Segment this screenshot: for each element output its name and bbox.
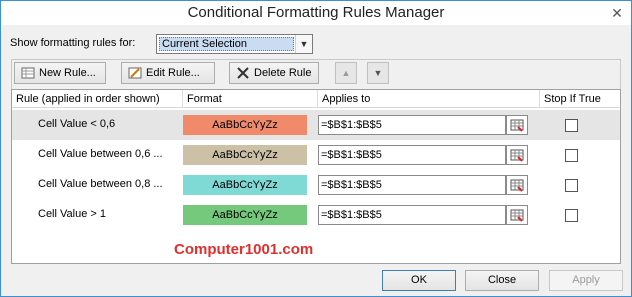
arrow-down-icon: ▼ xyxy=(373,68,383,78)
close-icon[interactable]: ✕ xyxy=(609,5,625,21)
format-preview: AaBbCcYyZz xyxy=(183,115,307,135)
table-row[interactable]: Cell Value < 0,6 AaBbCcYyZz =$B$1:$B$5 xyxy=(12,110,620,140)
stop-if-true-checkbox[interactable] xyxy=(565,149,578,162)
rule-description: Cell Value < 0,6 xyxy=(38,118,116,130)
format-preview: AaBbCcYyZz xyxy=(183,145,307,165)
range-selector-button[interactable] xyxy=(506,115,528,135)
col-rule: Rule (applied in order shown) xyxy=(12,90,183,108)
stop-if-true-checkbox[interactable] xyxy=(565,179,578,192)
col-applies-to: Applies to xyxy=(318,90,540,108)
applies-to-field[interactable]: =$B$1:$B$5 xyxy=(318,115,506,135)
stop-if-true-checkbox[interactable] xyxy=(565,209,578,222)
delete-icon xyxy=(237,67,249,79)
rules-manager-dialog: Conditional Formatting Rules Manager ✕ S… xyxy=(0,0,632,297)
ok-button[interactable]: OK xyxy=(382,270,456,291)
show-rules-label: Show formatting rules for: xyxy=(10,37,136,49)
edit-rule-label: Edit Rule... xyxy=(146,67,200,79)
new-rule-label: New Rule... xyxy=(39,67,96,79)
range-selector-button[interactable] xyxy=(506,145,528,165)
table-row[interactable]: Cell Value between 0,6 ... AaBbCcYyZz =$… xyxy=(12,140,620,170)
show-rules-selected: Current Selection xyxy=(159,37,294,51)
range-selector-button[interactable] xyxy=(506,205,528,225)
range-selector-icon xyxy=(510,149,524,162)
new-rule-icon xyxy=(21,67,35,79)
applies-to-field[interactable]: =$B$1:$B$5 xyxy=(318,145,506,165)
col-stop-if-true: Stop If True xyxy=(544,93,601,105)
move-up-button[interactable]: ▲ xyxy=(335,62,357,84)
delete-rule-button[interactable]: Delete Rule xyxy=(229,62,319,84)
range-selector-icon xyxy=(510,209,524,222)
dialog-content: Show formatting rules for: Current Selec… xyxy=(1,25,631,296)
window-title: Conditional Formatting Rules Manager xyxy=(187,4,445,21)
edit-rule-icon xyxy=(128,67,142,79)
rules-table: Rule (applied in order shown) Format App… xyxy=(11,89,621,264)
edit-rule-button[interactable]: Edit Rule... xyxy=(121,62,215,84)
move-down-button[interactable]: ▼ xyxy=(367,62,389,84)
close-button[interactable]: Close xyxy=(465,270,539,291)
arrow-up-icon: ▲ xyxy=(341,68,351,78)
show-rules-dropdown[interactable]: Current Selection ▼ xyxy=(156,34,313,54)
range-selector-icon xyxy=(510,119,524,132)
format-preview: AaBbCcYyZz xyxy=(183,175,307,195)
new-rule-button[interactable]: New Rule... xyxy=(14,62,106,84)
table-row[interactable]: Cell Value between 0,8 ... AaBbCcYyZz =$… xyxy=(12,170,620,200)
applies-to-field[interactable]: =$B$1:$B$5 xyxy=(318,175,506,195)
applies-to-field[interactable]: =$B$1:$B$5 xyxy=(318,205,506,225)
format-preview: AaBbCcYyZz xyxy=(183,205,307,225)
watermark-text: Computer1001.com xyxy=(174,241,314,258)
title-bar: Conditional Formatting Rules Manager ✕ xyxy=(1,1,631,25)
range-selector-button[interactable] xyxy=(506,175,528,195)
rule-description: Cell Value between 0,6 ... xyxy=(38,148,163,160)
col-format: Format xyxy=(183,90,318,108)
range-selector-icon xyxy=(510,179,524,192)
rule-description: Cell Value > 1 xyxy=(38,208,106,220)
stop-if-true-checkbox[interactable] xyxy=(565,119,578,132)
delete-rule-label: Delete Rule xyxy=(254,67,312,79)
table-row[interactable]: Cell Value > 1 AaBbCcYyZz =$B$1:$B$5 xyxy=(12,200,620,230)
rules-toolbar: New Rule... Edit Rule... Delete Rule ▲ ▼ xyxy=(11,59,621,89)
table-header: Rule (applied in order shown) Format App… xyxy=(12,90,620,108)
chevron-down-icon[interactable]: ▼ xyxy=(295,35,312,53)
apply-button[interactable]: Apply xyxy=(549,270,623,291)
rule-description: Cell Value between 0,8 ... xyxy=(38,178,163,190)
